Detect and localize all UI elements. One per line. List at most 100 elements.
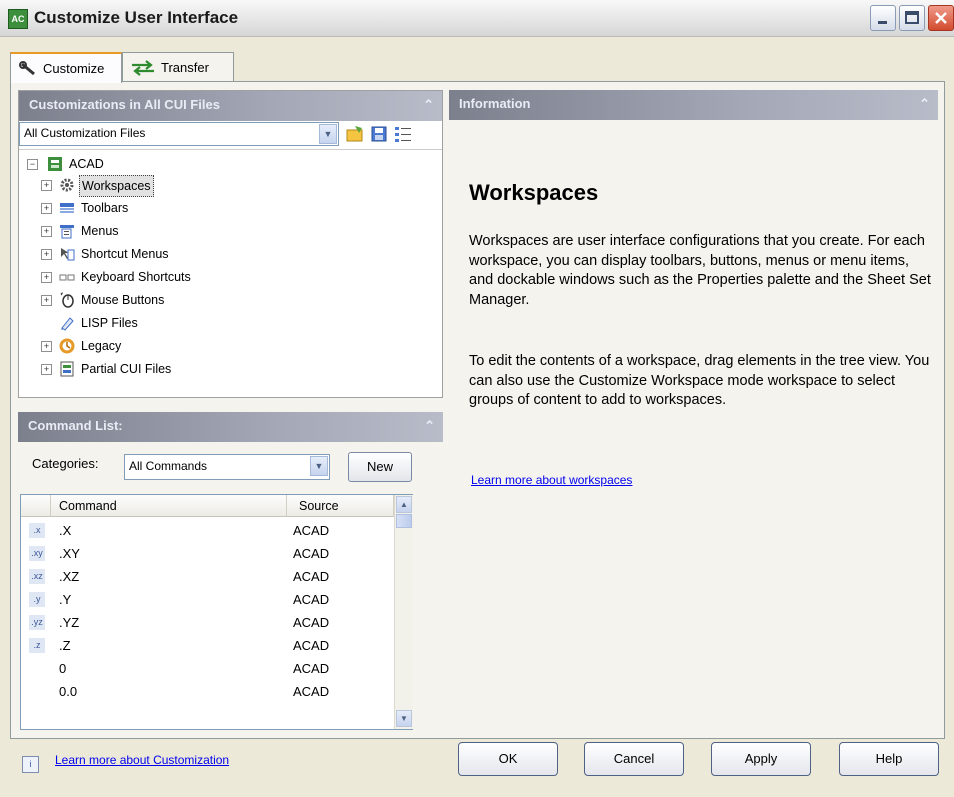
command-source: ACAD	[293, 615, 330, 630]
categories-value: All Commands	[129, 459, 208, 473]
cancel-button[interactable]: Cancel	[584, 742, 684, 776]
tree-node-toolbars[interactable]: + Toolbars	[19, 198, 319, 218]
vertical-scrollbar[interactable]: ▲ ▼	[394, 495, 413, 729]
table-row[interactable]: .xy .XY ACAD	[21, 542, 393, 565]
command-table[interactable]: Command Source .x .X ACAD .xy .XY ACAD .…	[20, 494, 413, 730]
tab-transfer[interactable]: Transfer	[122, 52, 234, 81]
maximize-button[interactable]	[899, 5, 925, 31]
learn-more-customization-link[interactable]: Learn more about Customization	[55, 753, 229, 767]
collapse-chevron-icon[interactable]: ⌃	[919, 96, 930, 112]
tree-label-lisp-files: LISP Files	[81, 316, 138, 330]
command-icon: .y	[29, 592, 45, 607]
tree-node-legacy[interactable]: + Legacy	[19, 336, 319, 356]
toolbars-icon	[60, 203, 74, 213]
command-source: ACAD	[293, 523, 330, 538]
ok-button[interactable]: OK	[458, 742, 558, 776]
tree-label-workspaces: Workspaces	[79, 175, 154, 197]
expand-node-icon[interactable]: +	[41, 341, 52, 352]
column-header-command[interactable]: Command	[51, 495, 287, 517]
tree-node-lisp-files[interactable]: LISP Files	[19, 313, 319, 333]
info-icon: i	[22, 756, 39, 773]
minimize-icon	[878, 21, 887, 24]
table-row[interactable]: .y .Y ACAD	[21, 588, 393, 611]
table-row[interactable]: .yz .YZ ACAD	[21, 611, 393, 634]
table-row[interactable]: .z .Z ACAD	[21, 634, 393, 657]
information-header[interactable]: Information ⌃	[449, 90, 938, 120]
table-row[interactable]: 0 ACAD	[21, 657, 393, 680]
table-row[interactable]: 0.0 ACAD	[21, 680, 393, 703]
table-row[interactable]: .x .X ACAD	[21, 519, 393, 542]
command-icon: .z	[29, 638, 45, 653]
command-name: .XZ	[59, 569, 80, 584]
tree-node-shortcut-menus[interactable]: + Shortcut Menus	[19, 244, 319, 264]
save-icon[interactable]	[369, 124, 389, 144]
expand-node-icon[interactable]: +	[41, 203, 52, 214]
tree-node-mouse-buttons[interactable]: + Mouse Buttons	[19, 290, 319, 310]
icon-column-header	[21, 495, 51, 517]
column-header-source[interactable]: Source	[287, 495, 394, 517]
expand-node-icon[interactable]: +	[41, 272, 52, 283]
command-source: ACAD	[293, 661, 330, 676]
minimize-button[interactable]	[870, 5, 896, 31]
close-button[interactable]	[928, 5, 954, 31]
command-source: ACAD	[293, 546, 330, 561]
close-icon	[935, 12, 947, 24]
tree-label-shortcut-menus: Shortcut Menus	[81, 247, 169, 261]
command-source: ACAD	[293, 638, 330, 653]
categories-select[interactable]: All Commands ▼	[124, 454, 330, 480]
tab-transfer-label: Transfer	[161, 60, 209, 75]
command-name: 0	[59, 661, 67, 676]
command-icon: .x	[29, 523, 45, 538]
chevron-down-icon[interactable]: ▼	[319, 124, 337, 144]
tree-label-mouse-buttons: Mouse Buttons	[81, 293, 165, 307]
command-source: ACAD	[293, 592, 330, 607]
display-filters-icon[interactable]	[393, 124, 413, 144]
partial-cui-files-icon	[60, 361, 74, 377]
chevron-down-icon[interactable]: ▼	[310, 456, 328, 476]
command-list-header[interactable]: Command List: ⌃	[18, 412, 443, 442]
tree-label-partial-cui-files: Partial CUI Files	[81, 362, 172, 376]
file-filter-select[interactable]: All Customization Files ▼	[19, 122, 339, 146]
command-name: .XY	[59, 546, 80, 561]
tree-node-acad[interactable]: − ACAD	[19, 154, 319, 174]
tree-label-menus: Menus	[81, 224, 119, 238]
tree-label-legacy: Legacy	[81, 339, 122, 353]
expand-node-icon[interactable]: +	[41, 249, 52, 260]
expand-node-icon[interactable]: +	[41, 295, 52, 306]
collapse-node-icon[interactable]: −	[27, 159, 38, 170]
open-file-icon[interactable]	[345, 124, 365, 144]
apply-button[interactable]: Apply	[711, 742, 811, 776]
info-paragraph: Workspaces are user interface configurat…	[469, 233, 931, 308]
command-icon: .xz	[29, 569, 45, 584]
tree-node-menus[interactable]: + Menus	[19, 221, 319, 241]
scroll-thumb[interactable]	[396, 514, 412, 528]
tab-strip: Customize Transfer	[10, 52, 250, 83]
expand-node-icon[interactable]: +	[41, 364, 52, 375]
customizations-panel: Customizations in All CUI Files ⌃ All Cu…	[18, 90, 443, 398]
expand-node-icon[interactable]: +	[41, 180, 52, 191]
command-source: ACAD	[293, 569, 330, 584]
tree-node-workspaces[interactable]: + Workspaces	[19, 175, 319, 197]
tree-label-keyboard-shortcuts: Keyboard Shortcuts	[81, 270, 191, 284]
help-button[interactable]: Help	[839, 742, 939, 776]
customizations-header[interactable]: Customizations in All CUI Files ⌃	[19, 91, 442, 121]
expand-node-icon[interactable]: +	[41, 226, 52, 237]
info-title: Workspaces	[469, 180, 599, 205]
tree-node-partial-cui-files[interactable]: + Partial CUI Files	[19, 359, 319, 379]
command-name: 0.0	[59, 684, 78, 699]
menus-icon	[60, 225, 74, 239]
scroll-up-icon[interactable]: ▲	[396, 496, 412, 513]
scroll-down-icon[interactable]: ▼	[396, 710, 412, 727]
mouse-buttons-icon	[60, 292, 74, 308]
collapse-chevron-icon[interactable]: ⌃	[424, 418, 435, 434]
tree-node-keyboard-shortcuts[interactable]: + Keyboard Shortcuts	[19, 267, 319, 287]
tab-customize[interactable]: Customize	[10, 52, 122, 83]
customization-tree[interactable]: − ACAD + Workspaces + Toolbars + Menus +…	[19, 149, 442, 398]
command-name: .Y	[59, 592, 72, 607]
collapse-chevron-icon[interactable]: ⌃	[423, 97, 434, 113]
learn-more-workspaces-link[interactable]: Learn more about workspaces	[471, 473, 632, 487]
tree-label-acad: ACAD	[69, 157, 104, 171]
command-name: .YZ	[59, 615, 80, 630]
table-row[interactable]: .xz .XZ ACAD	[21, 565, 393, 588]
new-command-button[interactable]: New	[348, 452, 412, 482]
